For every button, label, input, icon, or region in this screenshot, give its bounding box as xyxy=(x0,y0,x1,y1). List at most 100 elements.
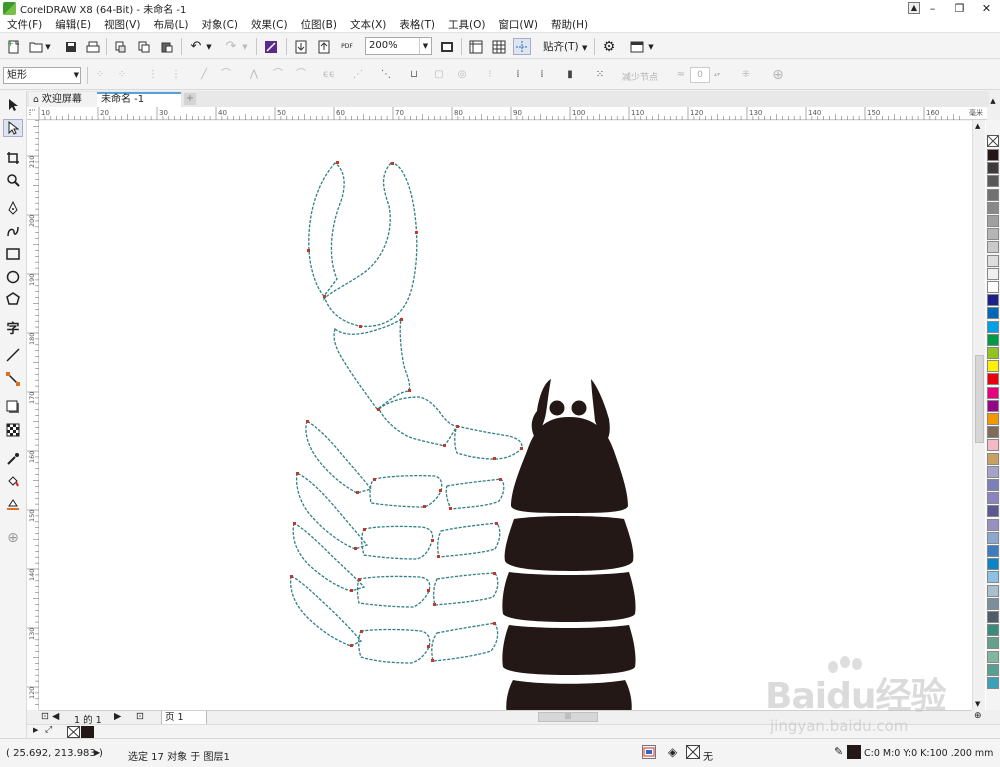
horizontal-scroll-thumb[interactable]: ||| xyxy=(538,712,598,722)
palette-swatch[interactable] xyxy=(987,611,999,623)
no-color-swatch[interactable] xyxy=(67,726,80,738)
smoothness-spinner-icon[interactable]: ▴▾ xyxy=(713,69,721,81)
tab-welcome-screen[interactable]: ⌂ 欢迎屏幕 × xyxy=(29,92,97,121)
scorpion-claw-outline[interactable] xyxy=(308,162,523,460)
join-nodes-icon[interactable]: ⋮ xyxy=(145,69,161,81)
palette-swatch[interactable] xyxy=(987,637,999,650)
palette-scroll-up-icon[interactable]: ▲ xyxy=(986,97,1000,117)
new-document-icon[interactable]: + xyxy=(5,38,23,55)
polygon-tool-icon[interactable] xyxy=(3,290,23,308)
freehand-tool-icon[interactable] xyxy=(3,199,23,217)
vertical-ruler[interactable]: 210 200 190 180 170 160 150 140 130 120 xyxy=(27,120,39,710)
no-color-swatch[interactable] xyxy=(987,135,999,147)
add-page-icon[interactable]: ⊡ xyxy=(136,711,144,722)
fill-color-icon[interactable] xyxy=(642,745,656,759)
show-grid-icon[interactable] xyxy=(490,38,508,55)
palette-swatch[interactable] xyxy=(987,413,999,425)
fill-bucket-icon[interactable]: ◈ xyxy=(668,745,677,759)
menu-edit[interactable]: 编辑(E) xyxy=(48,17,97,33)
palette-expand-icon[interactable]: ▶ xyxy=(33,726,38,734)
palette-swatch[interactable] xyxy=(987,188,999,201)
search-content-icon[interactable] xyxy=(262,38,280,55)
delete-node-icon[interactable]: ⁘ xyxy=(114,69,130,81)
palette-swatch[interactable] xyxy=(987,479,999,491)
connector-tool-icon[interactable] xyxy=(3,370,23,388)
pick-tool-icon[interactable] xyxy=(3,96,23,114)
palette-swatch[interactable] xyxy=(987,281,999,293)
drawing-canvas[interactable]: .sel { fill: none; stroke: #2f7f86; stro… xyxy=(39,121,987,710)
text-tool-icon[interactable]: 字 xyxy=(3,318,23,337)
redo-icon[interactable]: ↷ xyxy=(222,38,240,55)
transparency-tool-icon[interactable] xyxy=(3,421,23,439)
add-plus-icon[interactable]: ⊕ xyxy=(770,68,786,82)
add-node-icon[interactable]: ⁘ xyxy=(92,69,108,81)
symmetrical-node-icon[interactable]: ⌒ xyxy=(293,69,309,81)
palette-swatch[interactable] xyxy=(987,650,999,663)
palette-swatch[interactable] xyxy=(987,399,999,412)
interactive-fill-tool-icon[interactable] xyxy=(3,472,23,490)
palette-swatch[interactable] xyxy=(987,492,999,505)
copy-icon[interactable] xyxy=(135,38,153,55)
menu-table[interactable]: 表格(T) xyxy=(392,17,441,33)
open-dropdown-icon[interactable]: ▼ xyxy=(43,38,53,55)
scroll-down-icon[interactable]: ▼ xyxy=(975,700,980,708)
menu-bitmaps[interactable]: 位图(B) xyxy=(294,17,343,33)
palette-swatch[interactable] xyxy=(987,663,999,676)
options-gear-icon[interactable]: ⚙ xyxy=(600,38,618,55)
palette-swatch[interactable] xyxy=(987,215,999,227)
artistic-media-tool-icon[interactable] xyxy=(3,222,23,240)
palette-swatch[interactable] xyxy=(987,677,999,689)
show-guidelines-icon[interactable] xyxy=(513,38,531,55)
black-document-swatch[interactable] xyxy=(81,726,94,738)
palette-swatch[interactable] xyxy=(987,373,999,386)
menu-tools[interactable]: 工具(O) xyxy=(441,17,491,33)
smooth-node-icon[interactable]: ⌒ xyxy=(270,69,286,81)
scorpion-body[interactable] xyxy=(502,379,636,710)
print-icon[interactable] xyxy=(84,38,102,55)
application-launcher-icon[interactable] xyxy=(628,38,646,55)
to-line-icon[interactable]: ╱ xyxy=(196,69,212,81)
shape-type-select[interactable]: 矩形 ▼ xyxy=(3,67,81,84)
palette-swatch[interactable] xyxy=(987,624,999,637)
restore-button[interactable]: ❐ xyxy=(946,0,973,17)
boundary-nodes-icon[interactable]: ⁜ xyxy=(738,69,754,81)
select-all-nodes-icon[interactable]: ⁙ xyxy=(592,69,608,81)
menu-object[interactable]: 对象(C) xyxy=(195,17,245,33)
palette-swatch[interactable] xyxy=(987,267,999,280)
palette-swatch[interactable] xyxy=(987,175,999,188)
palette-swatch[interactable] xyxy=(987,254,999,267)
tab-document[interactable]: 未命名 -1 xyxy=(97,92,181,107)
palette-swatch[interactable] xyxy=(987,386,999,399)
palette-swatch[interactable] xyxy=(987,201,999,214)
eyedropper-tool-icon[interactable] xyxy=(3,450,23,468)
scorpion-legs-outline[interactable] xyxy=(289,420,505,664)
palette-swatch[interactable] xyxy=(987,597,999,610)
palette-swatch[interactable] xyxy=(987,347,999,359)
menu-layout[interactable]: 布局(L) xyxy=(146,17,194,33)
chevron-down-icon[interactable]: ▼ xyxy=(419,38,431,54)
menu-text[interactable]: 文本(X) xyxy=(343,17,392,33)
zoom-level-combo[interactable]: 200% ▼ xyxy=(365,37,432,55)
close-curve-icon[interactable]: ⊔ xyxy=(406,69,422,81)
full-screen-preview-icon[interactable] xyxy=(438,38,456,55)
horizontal-reflect-icon[interactable]: ⁞ xyxy=(510,69,526,81)
palette-swatch[interactable] xyxy=(987,531,999,544)
eyedropper-icon[interactable]: ⤢ xyxy=(45,725,52,735)
import-icon[interactable] xyxy=(292,38,310,55)
palette-swatch[interactable] xyxy=(987,505,999,518)
menu-effects[interactable]: 效果(C) xyxy=(244,17,294,33)
reverse-direction-icon[interactable]: ϵϵ xyxy=(321,69,337,81)
show-rulers-icon[interactable] xyxy=(467,38,485,55)
palette-swatch[interactable] xyxy=(987,149,999,161)
close-button[interactable]: ✕ xyxy=(973,0,1000,17)
reduce-nodes-button[interactable]: 减少节点 xyxy=(622,70,658,83)
palette-swatch[interactable] xyxy=(987,360,999,373)
palette-swatch[interactable] xyxy=(987,307,999,320)
ruler-origin[interactable] xyxy=(27,107,39,120)
ellipse-tool-icon[interactable] xyxy=(3,268,23,286)
save-icon[interactable] xyxy=(62,38,80,55)
horizontal-scrollbar[interactable]: ||| xyxy=(525,711,972,723)
rotate-nodes-icon[interactable]: ◎ xyxy=(454,69,470,81)
palette-swatch[interactable] xyxy=(987,558,999,571)
menu-window[interactable]: 窗口(W) xyxy=(491,17,544,33)
